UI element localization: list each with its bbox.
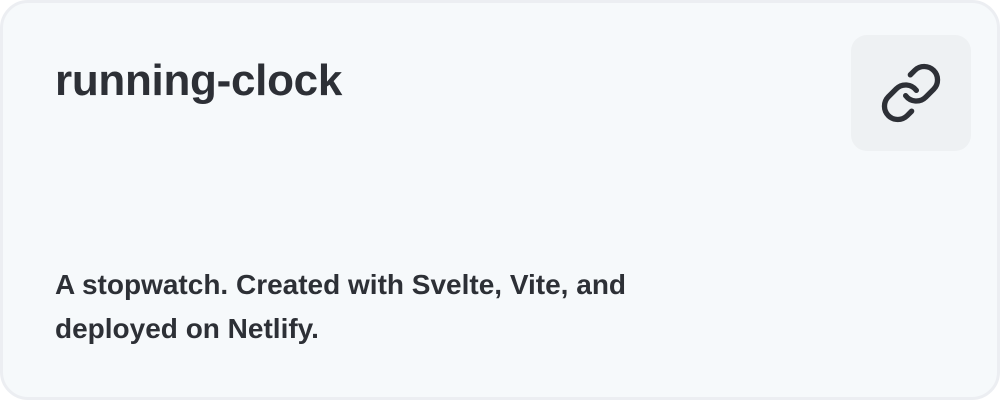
project-card: running-clock A stopwatch. Created with … xyxy=(0,0,1000,400)
project-link-button[interactable] xyxy=(851,35,971,151)
link-icon xyxy=(879,61,943,125)
project-title: running-clock xyxy=(55,56,342,105)
project-description: A stopwatch. Created with Svelte, Vite, … xyxy=(55,269,627,344)
